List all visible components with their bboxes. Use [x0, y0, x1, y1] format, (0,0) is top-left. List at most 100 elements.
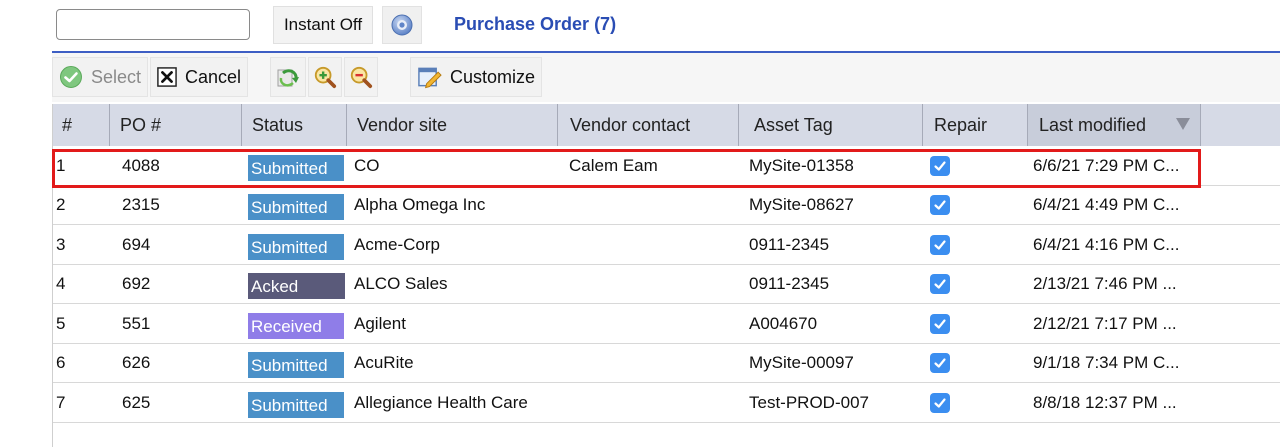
- asset-tag: MySite-00097: [749, 353, 854, 372]
- status-badge: Submitted: [248, 194, 344, 220]
- last-modified: 8/8/18 12:37 PM ...: [1033, 392, 1177, 412]
- instant-toggle-label: Instant Off: [283, 15, 363, 34]
- sort-descending-icon[interactable]: [1176, 118, 1190, 130]
- repair-checkbox[interactable]: [930, 234, 950, 255]
- grid-header: # PO # Status Vendor site Vendor contact…: [52, 104, 1280, 146]
- refresh-button[interactable]: [270, 57, 306, 97]
- status-cell: Submitted: [248, 383, 344, 422]
- vendor-site: Alpha Omega Inc: [354, 195, 486, 214]
- select-label: Select: [90, 66, 141, 87]
- status-cell: Acked: [248, 265, 345, 304]
- column-header-po[interactable]: PO #: [110, 104, 242, 146]
- grid-body: 1 4088 Submitted CO Calem Eam MySite-01358 6/6…: [52, 146, 1280, 423]
- checkmark-icon: [934, 200, 946, 210]
- column-header-vendor-site[interactable]: Vendor site: [347, 104, 558, 146]
- cancel-button[interactable]: Cancel: [150, 57, 248, 97]
- help-button[interactable]: [382, 6, 422, 44]
- status-cell: Submitted: [248, 225, 344, 264]
- status-badge: Submitted: [248, 154, 344, 181]
- po-number: 4088: [122, 155, 160, 175]
- last-modified: 6/6/21 7:29 PM C...: [1033, 155, 1180, 175]
- instant-toggle-button[interactable]: Instant Off: [273, 6, 373, 44]
- vendor-site: AcuRite: [354, 353, 414, 372]
- check-circle-icon: [59, 66, 82, 88]
- customize-label: Customize: [449, 66, 535, 87]
- page-title: Purchase Order (7): [454, 14, 617, 34]
- vendor-site: CO: [354, 155, 380, 175]
- top-bar: Instant Off Purchase Order (7): [0, 0, 1280, 52]
- row-number: 3: [56, 234, 66, 254]
- help-icon: [391, 14, 413, 36]
- zoom-out-button[interactable]: [344, 57, 378, 97]
- status-badge: Submitted: [248, 352, 344, 378]
- vendor-contact: Calem Eam: [569, 155, 658, 175]
- customize-button[interactable]: Customize: [410, 57, 542, 97]
- last-modified: 6/4/21 4:49 PM C...: [1033, 195, 1180, 214]
- po-number: 2315: [122, 195, 160, 214]
- checkmark-icon: [934, 397, 946, 408]
- repair-cell: [930, 304, 950, 343]
- repair-checkbox[interactable]: [930, 353, 950, 373]
- repair-checkbox[interactable]: [930, 274, 950, 294]
- zoom-in-icon: [314, 66, 337, 89]
- zoom-out-icon: [350, 66, 373, 89]
- close-box-icon: [157, 67, 177, 87]
- zoom-in-button[interactable]: [308, 57, 342, 97]
- cancel-label: Cancel: [184, 66, 241, 87]
- po-number: 692: [122, 274, 151, 293]
- column-header-repair[interactable]: Repair: [923, 104, 1028, 146]
- status-cell: Submitted: [248, 146, 344, 185]
- table-row[interactable]: 6 626 Submitted AcuRite MySite-00097 9/1/18 7…: [52, 343, 1280, 383]
- checkmark-icon: [934, 160, 946, 171]
- table-row[interactable]: 4 692 Acked ALCO Sales 0911-2345 2/13/21 7:46…: [52, 264, 1280, 304]
- po-number: 626: [122, 353, 151, 372]
- repair-cell: [930, 225, 950, 264]
- select-button[interactable]: Select: [52, 57, 148, 97]
- repair-cell: [930, 146, 950, 185]
- column-header-vendor-contact[interactable]: Vendor contact: [558, 104, 739, 146]
- status-badge: Submitted: [248, 391, 344, 418]
- table-row[interactable]: 7 625 Submitted Allegiance Health Care Test-…: [52, 383, 1280, 423]
- refresh-icon: [277, 69, 299, 87]
- table-row[interactable]: 1 4088 Submitted CO Calem Eam MySite-01358 6/6…: [52, 146, 1280, 186]
- po-number: 694: [122, 234, 151, 254]
- status-cell: Submitted: [248, 344, 344, 383]
- status-badge: Acked: [248, 273, 345, 299]
- purchase-order-grid: # PO # Status Vendor site Vendor contact…: [52, 104, 1280, 423]
- repair-checkbox[interactable]: [930, 195, 950, 215]
- po-number: 625: [122, 392, 151, 412]
- row-number: 6: [56, 353, 66, 372]
- vendor-site: Acme-Corp: [354, 234, 440, 254]
- po-number: 551: [122, 313, 151, 333]
- table-row[interactable]: 2 2315 Submitted Alpha Omega Inc MySite-0862…: [52, 185, 1280, 225]
- row-number: 1: [56, 155, 66, 175]
- status-badge: Received: [248, 312, 344, 339]
- repair-checkbox[interactable]: [930, 155, 950, 176]
- asset-tag: A004670: [749, 313, 818, 333]
- row-number: 4: [56, 274, 66, 293]
- vendor-site: Agilent: [354, 313, 406, 333]
- table-row[interactable]: 3 694 Submitted Acme-Corp 0911-2345 6/4/21 4:…: [52, 225, 1280, 265]
- last-modified: 6/4/21 4:16 PM C...: [1033, 234, 1180, 254]
- checkmark-icon: [934, 358, 946, 368]
- search-input[interactable]: [56, 9, 250, 40]
- row-number: 5: [56, 313, 66, 333]
- last-modified: 2/13/21 7:46 PM ...: [1033, 274, 1177, 293]
- toolbar: Select Cancel Customize: [52, 53, 1280, 102]
- vendor-site: Allegiance Health Care: [354, 392, 528, 412]
- repair-checkbox[interactable]: [930, 392, 950, 413]
- column-header-status[interactable]: Status: [242, 104, 347, 146]
- column-header-asset-tag[interactable]: Asset Tag: [739, 104, 923, 146]
- column-header-number[interactable]: #: [52, 104, 110, 146]
- repair-checkbox[interactable]: [930, 313, 950, 334]
- repair-cell: [930, 383, 950, 422]
- status-cell: Received: [248, 304, 344, 343]
- status-badge: Submitted: [248, 233, 344, 260]
- column-header-last-modified-label: Last modified: [1039, 114, 1147, 135]
- checkmark-icon: [934, 318, 946, 329]
- repair-cell: [930, 265, 950, 304]
- vendor-site: ALCO Sales: [354, 274, 448, 293]
- table-row[interactable]: 5 551 Received Agilent A004670 2/12/21 7:17 P…: [52, 304, 1280, 344]
- column-header-last-modified[interactable]: Last modified: [1028, 104, 1201, 146]
- row-number: 7: [56, 392, 66, 412]
